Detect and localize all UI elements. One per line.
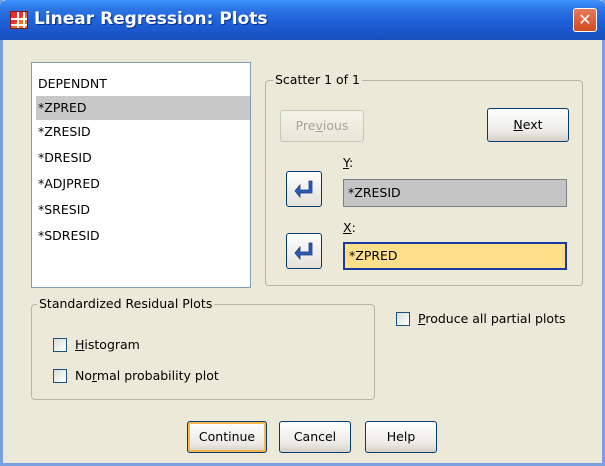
spss-app-icon	[10, 11, 28, 29]
dialog-title: Linear Regression: Plots	[34, 9, 268, 29]
x-move-arrow-button[interactable]	[286, 233, 322, 269]
list-item-zpred[interactable]: *ZPRED	[36, 96, 250, 120]
normal-probability-checkbox[interactable]	[53, 369, 67, 383]
x-axis-field[interactable]: *ZPRED	[343, 242, 567, 270]
histogram-label: Histogram	[75, 337, 140, 352]
cancel-button[interactable]: Cancel	[279, 421, 351, 453]
normal-probability-label: Normal probability plot	[75, 368, 219, 383]
histogram-checkbox[interactable]	[53, 338, 67, 352]
close-button[interactable]: ✕	[573, 8, 597, 32]
dialog-window: Linear Regression: Plots ✕ DEPENDNT *ZPR…	[0, 0, 605, 466]
variable-listbox[interactable]: DEPENDNT *ZPRED *ZRESID *DRESID *ADJPRED…	[31, 62, 251, 288]
list-item-sdresid[interactable]: *SDRESID	[36, 224, 100, 248]
cancel-button-label: Cancel	[293, 429, 337, 444]
list-item-dependnt[interactable]: DEPENDNT	[36, 72, 107, 96]
y-axis-label: Y:	[343, 155, 354, 170]
partial-plots-checkbox[interactable]	[396, 312, 410, 326]
help-button-label: Help	[386, 429, 416, 444]
move-arrow-icon	[294, 242, 313, 260]
list-item-sresid[interactable]: *SRESID	[36, 198, 90, 222]
list-item-dresid[interactable]: *DRESID	[36, 146, 92, 170]
y-move-arrow-button[interactable]	[286, 171, 322, 207]
next-button[interactable]: Next	[487, 108, 569, 142]
residual-plots-legend: Standardized Residual Plots	[37, 296, 215, 311]
title-bar[interactable]: Linear Regression: Plots ✕	[0, 0, 605, 40]
continue-button-label: Continue	[198, 429, 256, 444]
x-axis-label: X:	[343, 220, 356, 235]
previous-button-label: Previous	[295, 118, 349, 133]
help-button[interactable]: Help	[365, 421, 437, 453]
y-axis-field[interactable]: *ZRESID	[343, 179, 567, 207]
move-arrow-icon	[294, 180, 313, 198]
residual-plots-groupbox	[31, 304, 375, 400]
continue-button[interactable]: Continue	[187, 421, 267, 453]
previous-button[interactable]: Previous	[280, 110, 364, 142]
scatter-legend: Scatter 1 of 1	[273, 72, 362, 87]
next-button-label: Next	[513, 117, 543, 132]
partial-plots-label: Produce all partial plots	[418, 311, 566, 326]
list-item-zresid[interactable]: *ZRESID	[36, 120, 91, 144]
list-item-adjpred[interactable]: *ADJPRED	[36, 172, 100, 196]
